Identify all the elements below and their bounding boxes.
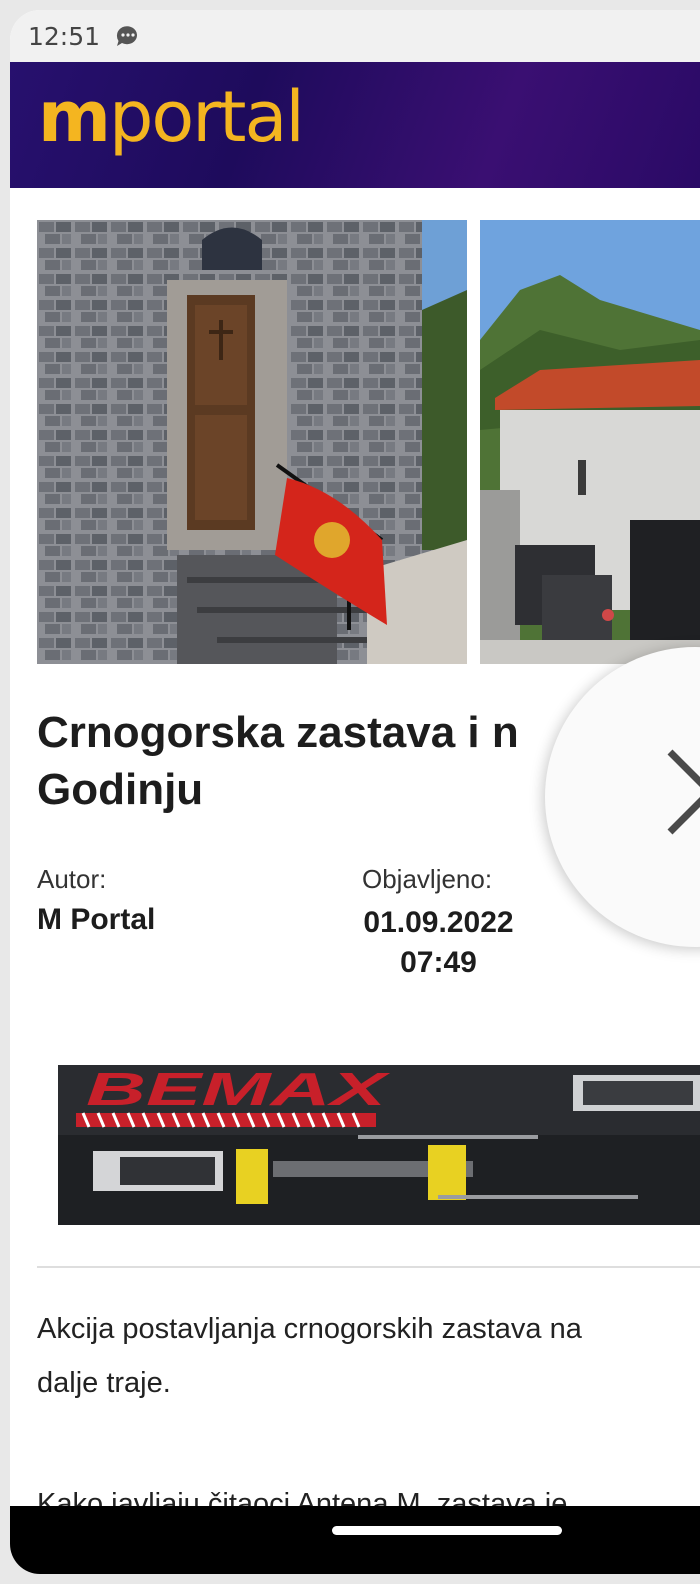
content-divider (37, 1266, 700, 1268)
chat-notification-icon (116, 26, 138, 46)
published-label: Objavljeno: (362, 864, 493, 894)
home-indicator[interactable] (332, 1526, 562, 1535)
close-button[interactable] (545, 647, 700, 947)
close-icon (667, 749, 700, 835)
system-nav-bar (10, 1506, 700, 1574)
ad-image: BEMAX (58, 1063, 700, 1225)
article-paragraph-line: Akcija postavljanja crnogorskih zastava … (37, 1313, 582, 1345)
article-paragraph-line: dalje traje. (37, 1367, 171, 1399)
app-header: mportal (10, 62, 700, 188)
author-name: M Portal (37, 903, 156, 936)
gallery-photo-church-door[interactable] (37, 220, 467, 664)
status-bar: 12:51 (10, 10, 700, 62)
article-body: Akcija postavljanja crnogorskih zastava … (37, 1302, 700, 1410)
published-datetime: 01.09.2022 07:49 (346, 903, 531, 983)
gallery-photo-chapel[interactable] (480, 220, 700, 664)
published-time: 07:49 (400, 946, 477, 979)
status-time: 12:51 (28, 21, 101, 51)
ad-brand-text: BEMAX (86, 1065, 390, 1115)
phone-screen: 12:51 mportal Crnogorska zastava i n God… (10, 10, 700, 1574)
published-date: 01.09.2022 (363, 906, 514, 939)
mportal-logo[interactable]: mportal (38, 82, 305, 152)
author-label: Autor: (37, 864, 107, 894)
advertisement-banner[interactable]: BEMAX (58, 1063, 700, 1225)
